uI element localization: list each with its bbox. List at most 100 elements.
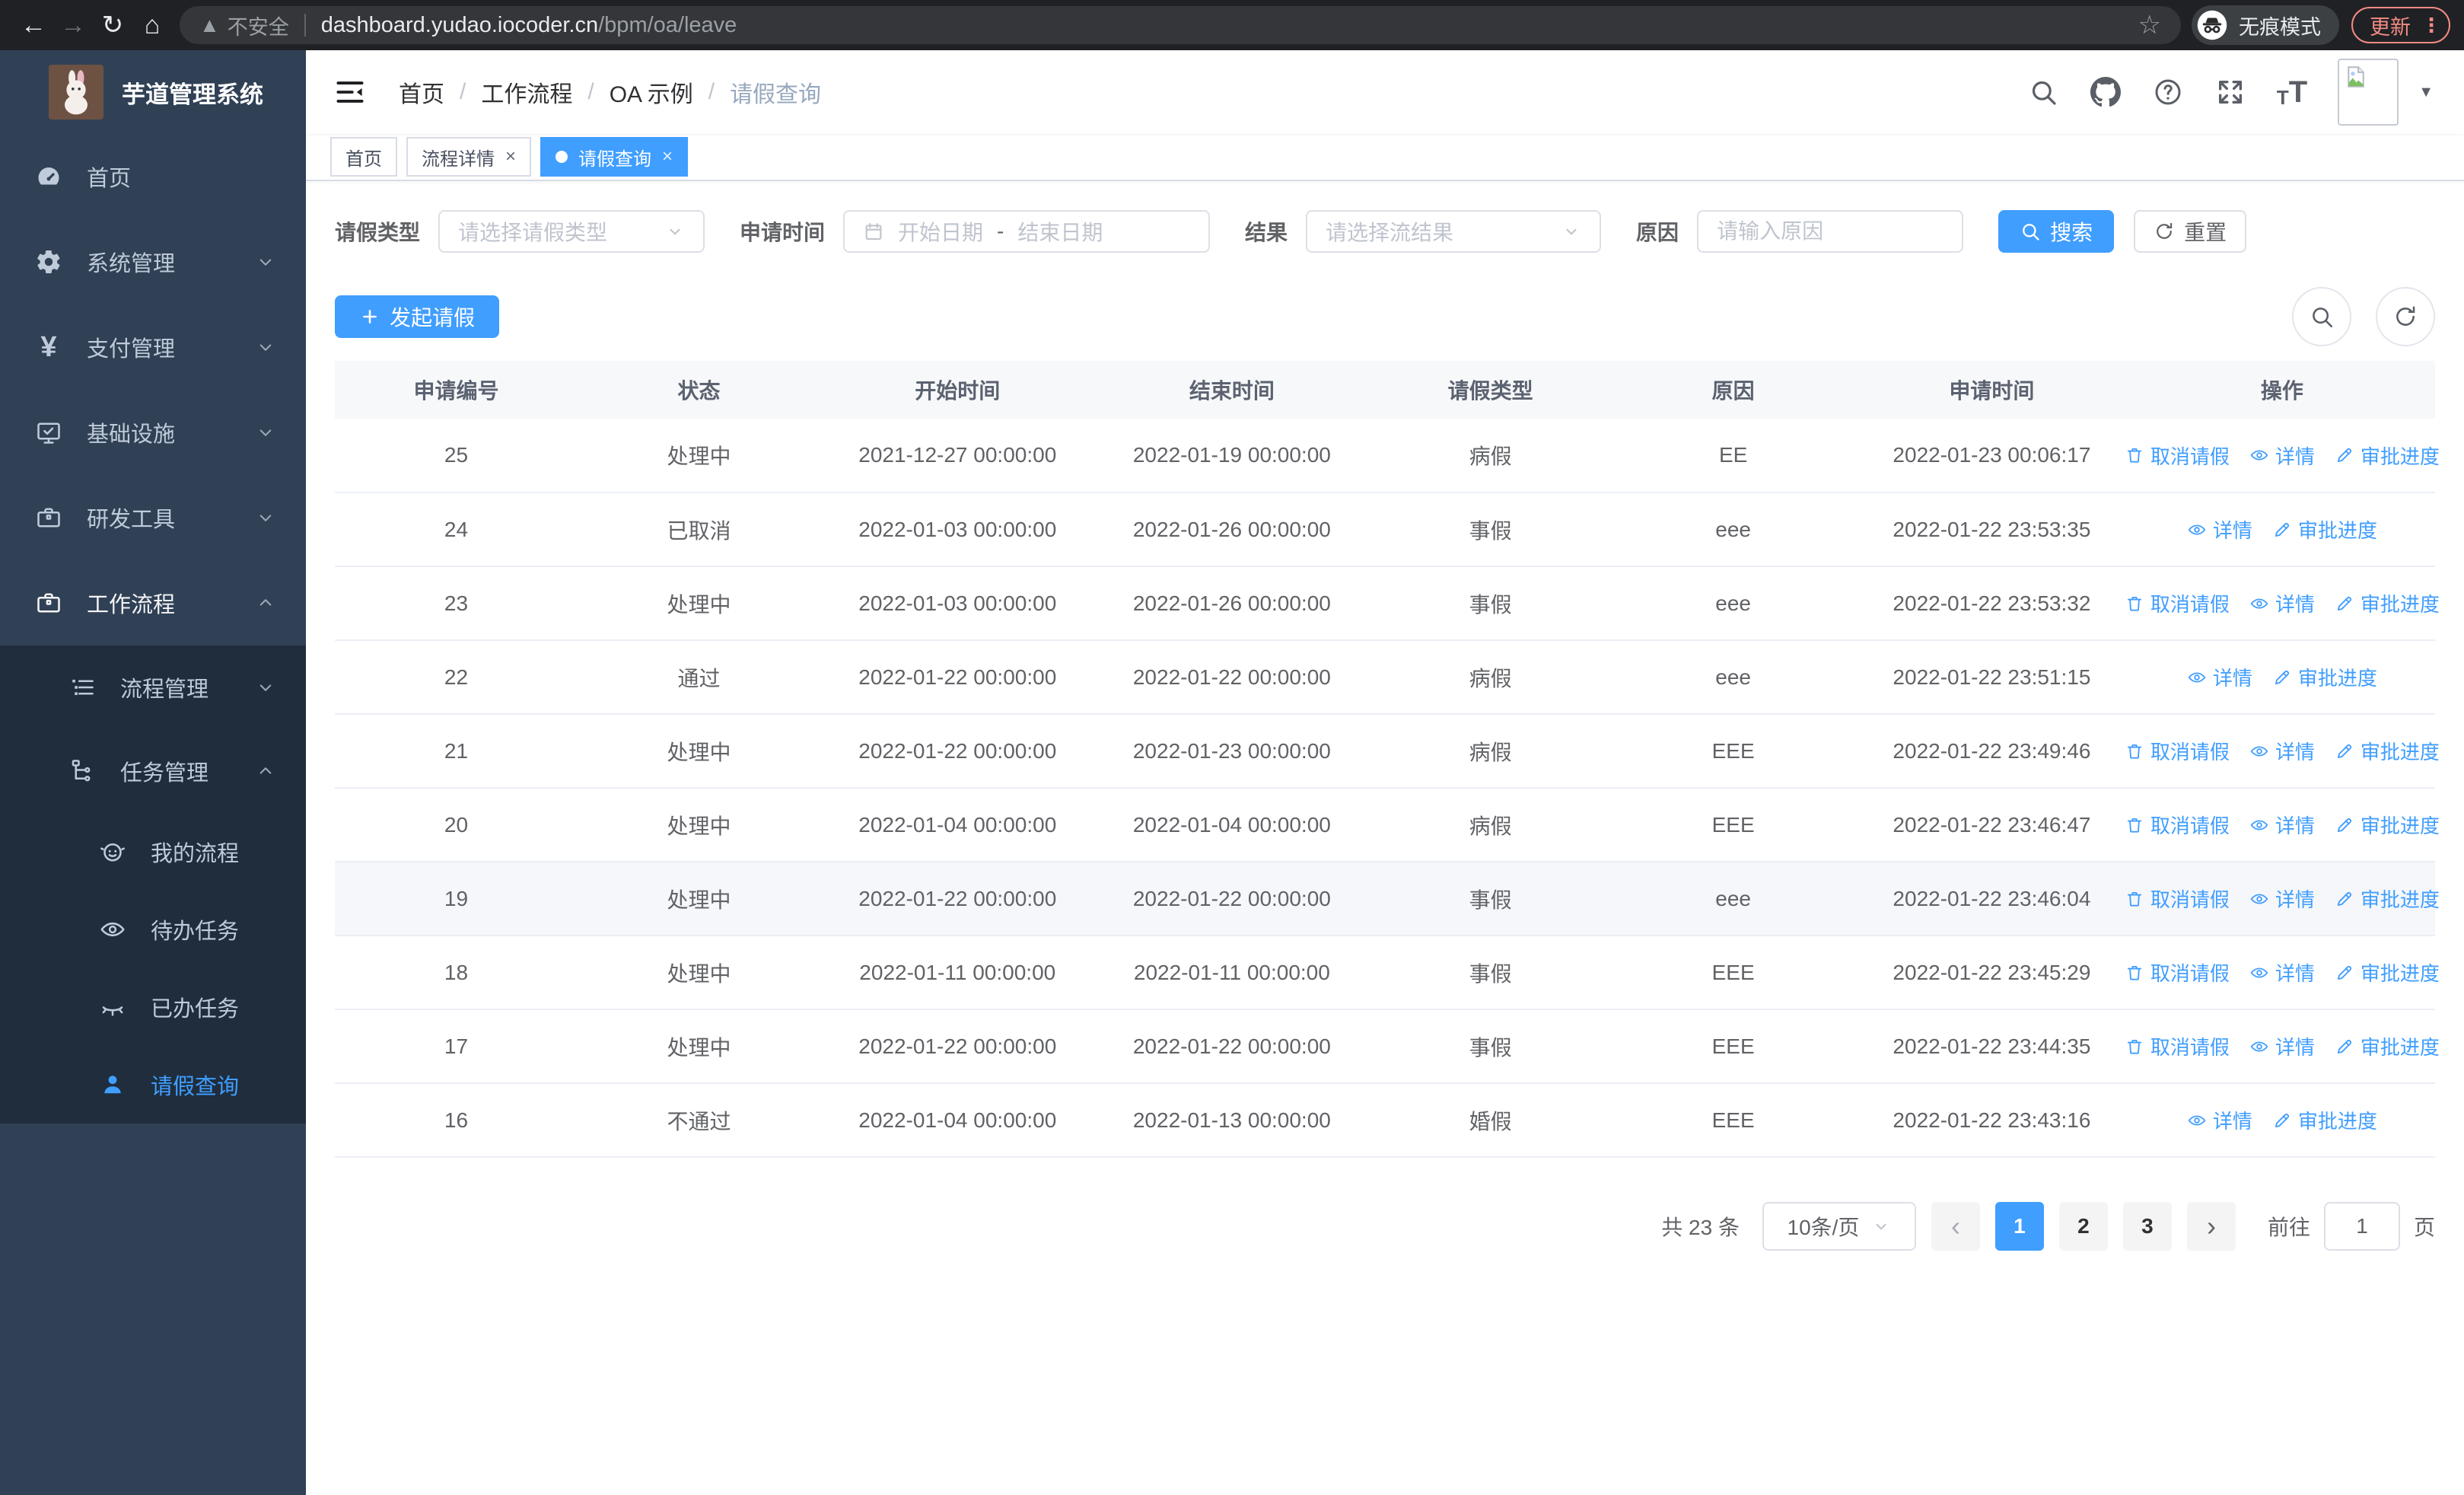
page-number-button[interactable]: 2 bbox=[2058, 1202, 2108, 1251]
progress-action-link[interactable]: 审批进度 bbox=[2335, 1032, 2440, 1060]
sidebar-item[interactable]: 研发工具 bbox=[0, 475, 306, 560]
detail-action-link[interactable]: 详情 bbox=[2249, 811, 2315, 839]
cell-id: 18 bbox=[335, 936, 578, 1010]
table-row: 17 处理中 2022-01-22 00:00:00 2022-01-22 00:00… bbox=[335, 1009, 2440, 1084]
cancel-action-link[interactable]: 取消请假 bbox=[2125, 885, 2230, 913]
reason-input[interactable] bbox=[1717, 219, 1944, 244]
apply-time-range-picker[interactable]: 开始日期 - 结束日期 bbox=[843, 210, 1211, 253]
breadcrumb-item[interactable]: OA 示例 bbox=[610, 75, 693, 109]
progress-action-link[interactable]: 审批进度 bbox=[2335, 589, 2440, 617]
progress-action-link[interactable]: 审批进度 bbox=[2335, 811, 2440, 839]
prev-page-button[interactable]: ‹ bbox=[1931, 1202, 1980, 1251]
sidebar-item[interactable]: 已办任务 bbox=[0, 968, 306, 1046]
progress-action-link[interactable]: 审批进度 bbox=[2272, 663, 2377, 691]
search-icon[interactable] bbox=[2027, 76, 2059, 108]
sidebar-item[interactable]: 流程管理 bbox=[0, 645, 306, 729]
font-size-icon[interactable]: TT bbox=[2277, 75, 2307, 110]
progress-action-link[interactable]: 审批进度 bbox=[2335, 958, 2440, 987]
address-bar[interactable]: ▲ 不安全 dashboard.yudao.iocoder.cn /bpm/oa/… bbox=[180, 6, 2181, 44]
reset-button[interactable]: 重置 bbox=[2134, 210, 2247, 253]
page-number-button[interactable]: 3 bbox=[2122, 1202, 2172, 1251]
refresh-icon[interactable]: ↻ bbox=[93, 5, 132, 45]
tag-tab[interactable]: 请假查询 × bbox=[540, 137, 689, 177]
detail-action-link[interactable]: 详情 bbox=[2249, 589, 2315, 617]
sidebar-item[interactable]: 待办任务 bbox=[0, 891, 306, 968]
tag-tab[interactable]: 首页 bbox=[330, 137, 397, 177]
cell-apply_time: 2022-01-22 23:53:32 bbox=[1854, 566, 2129, 641]
refresh-table-button[interactable] bbox=[2376, 287, 2435, 346]
cell-start: 2022-01-03 00:00:00 bbox=[820, 492, 1095, 567]
cancel-action-link[interactable]: 取消请假 bbox=[2125, 958, 2230, 987]
progress-action-link[interactable]: 审批进度 bbox=[2335, 885, 2440, 913]
search-button[interactable]: 搜索 bbox=[1998, 210, 2115, 253]
bookmark-star-icon[interactable]: ☆ bbox=[2138, 10, 2161, 40]
help-icon[interactable] bbox=[2152, 76, 2184, 108]
cancel-action-link[interactable]: 取消请假 bbox=[2125, 1032, 2230, 1060]
page-number-button[interactable]: 1 bbox=[1994, 1202, 2044, 1251]
cell-type: 事假 bbox=[1369, 566, 1612, 641]
detail-action-link[interactable]: 详情 bbox=[2249, 958, 2315, 987]
tag-close-icon[interactable]: × bbox=[662, 146, 673, 167]
sidebar-item[interactable]: ¥ 支付管理 bbox=[0, 304, 306, 390]
detail-action-link[interactable]: 详情 bbox=[2249, 1032, 2315, 1060]
leave-type-select[interactable]: 请选择请假类型 bbox=[438, 210, 705, 253]
home-icon[interactable]: ⌂ bbox=[132, 5, 172, 45]
avatar-caret-icon[interactable]: ▼ bbox=[2418, 84, 2434, 101]
sidebar-item[interactable]: 请假查询 bbox=[0, 1046, 306, 1124]
tag-label: 请假查询 bbox=[578, 148, 652, 170]
fullscreen-icon[interactable] bbox=[2214, 76, 2246, 108]
eye-closed-icon bbox=[97, 992, 128, 1022]
cancel-action-link[interactable]: 取消请假 bbox=[2125, 737, 2230, 765]
tag-tab[interactable]: 流程详情 × bbox=[406, 137, 532, 177]
trash-icon bbox=[2125, 889, 2144, 909]
sidebar-item[interactable]: 我的流程 bbox=[0, 813, 306, 891]
avatar[interactable] bbox=[2338, 59, 2399, 126]
detail-action-link[interactable]: 详情 bbox=[2187, 1106, 2252, 1134]
progress-action-link[interactable]: 审批进度 bbox=[2335, 737, 2440, 765]
table-row: 16 不通过 2022-01-04 00:00:00 2022-01-13 00:00… bbox=[335, 1083, 2435, 1158]
flow-icon bbox=[67, 756, 97, 786]
sidebar-item[interactable]: 首页 bbox=[0, 134, 306, 219]
eye-icon bbox=[2249, 741, 2269, 761]
back-icon[interactable]: ← bbox=[14, 5, 53, 45]
breadcrumb-separator: / bbox=[460, 79, 466, 104]
github-icon[interactable] bbox=[2090, 76, 2122, 108]
detail-action-link[interactable]: 详情 bbox=[2249, 737, 2315, 765]
detail-action-link[interactable]: 详情 bbox=[2249, 885, 2315, 913]
progress-action-link[interactable]: 审批进度 bbox=[2272, 1106, 2377, 1134]
cancel-action-link[interactable]: 取消请假 bbox=[2125, 811, 2230, 839]
detail-action-link[interactable]: 详情 bbox=[2249, 441, 2315, 470]
app-logo[interactable]: 芋道管理系统 bbox=[0, 50, 306, 134]
goto-page-input[interactable] bbox=[2323, 1202, 2400, 1251]
sidebar-item-label: 流程管理 bbox=[120, 677, 209, 702]
tag-close-icon[interactable]: × bbox=[505, 146, 516, 167]
detail-action-link[interactable]: 详情 bbox=[2187, 515, 2252, 543]
next-page-button[interactable]: › bbox=[2186, 1202, 2236, 1251]
breadcrumb-item[interactable]: 首页 bbox=[399, 75, 444, 109]
page-size-select[interactable]: 10条/页 bbox=[1762, 1202, 1916, 1251]
toggle-search-button[interactable] bbox=[2292, 287, 2351, 346]
main-area: 首页 / 工作流程 / OA 示例 / 请假查询 TT ▼ 首页 流程详情 × 请假查询 × 请假类… bbox=[306, 50, 2464, 1495]
sidebar-item[interactable]: 基础设施 bbox=[0, 390, 306, 475]
sidebar-item[interactable]: 工作流程 bbox=[0, 560, 306, 645]
cell-end: 2022-01-26 00:00:00 bbox=[1094, 492, 1370, 567]
sidebar-collapse-icon[interactable] bbox=[333, 75, 367, 109]
browser-menu-icon[interactable]: ⋮ bbox=[2421, 14, 2441, 37]
forward-icon[interactable]: → bbox=[53, 5, 93, 45]
cancel-action-link[interactable]: 取消请假 bbox=[2125, 441, 2230, 470]
breadcrumb-item[interactable]: 工作流程 bbox=[481, 75, 572, 109]
sidebar-item[interactable]: 任务管理 bbox=[0, 729, 306, 813]
result-select[interactable]: 请选择流结果 bbox=[1306, 210, 1602, 253]
chevron-down-icon bbox=[1561, 222, 1581, 241]
sidebar-item-label: 已办任务 bbox=[151, 997, 240, 1022]
pen-icon bbox=[2335, 445, 2354, 465]
progress-action-link[interactable]: 审批进度 bbox=[2272, 515, 2377, 543]
detail-action-link[interactable]: 详情 bbox=[2187, 663, 2252, 691]
progress-action-link[interactable]: 审批进度 bbox=[2335, 441, 2440, 470]
create-leave-button[interactable]: 发起请假 bbox=[335, 295, 500, 338]
cancel-action-link[interactable]: 取消请假 bbox=[2125, 589, 2230, 617]
start-date-placeholder: 开始日期 bbox=[898, 221, 984, 244]
update-button[interactable]: 更新 ⋮ bbox=[2351, 7, 2450, 43]
sidebar-item[interactable]: 系统管理 bbox=[0, 219, 306, 304]
chevron-down-icon bbox=[254, 676, 277, 699]
